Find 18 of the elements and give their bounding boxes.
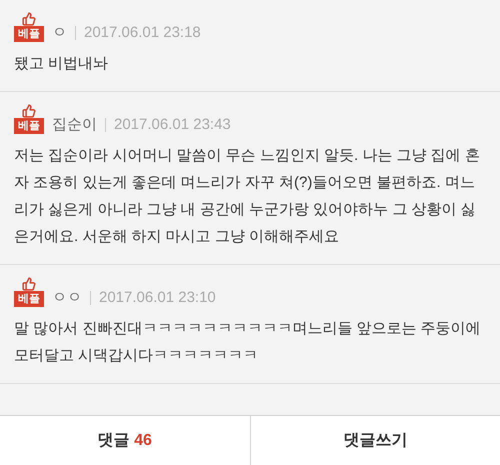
comment-text: 저는 집순이라 시어머니 말씀이 무슨 느낌인지 알듯. 나는 그냥 집에 혼자 조용히 있는게 좋은데 며느리가 자꾸 쳐(?)들어오면 불편하죠. 며느리가 싫은게 아니라 그냥 내 공간에 누군가랑 있어야하누 그 상황이 싫은거에요. 서운해 하지 마시고 그냥 이해해주세요 bbox=[14, 146, 481, 247]
author-name: 집순이 bbox=[52, 116, 97, 134]
thumbs-up-icon bbox=[22, 104, 36, 118]
write-comment-button[interactable]: 댓글쓰기 bbox=[250, 416, 500, 465]
comment-date: 2017.06.01 23:18 bbox=[84, 24, 201, 42]
comment-text: 말 많아서 진빠진대ㅋㅋㅋㅋㅋㅋㅋㅋㅋㅋ며느리들 앞으로는 주둥이에 모터달고 시댁갑시다ㅋㅋㅋㅋㅋㅋㅋ bbox=[14, 319, 482, 366]
comment-text: 됐고 비법내놔 bbox=[14, 54, 110, 74]
comment-count: 46 bbox=[134, 432, 152, 448]
best-badge: 베플 bbox=[14, 118, 44, 134]
best-badge: 베플 bbox=[14, 291, 44, 307]
comments-tab[interactable]: 댓글 46 bbox=[0, 416, 250, 465]
comment-date: 2017.06.01 23:10 bbox=[99, 289, 216, 307]
best-badge: 베플 bbox=[14, 26, 44, 42]
thumbs-up-icon bbox=[22, 277, 36, 291]
author-name: ㅇㅇ bbox=[52, 289, 82, 307]
thumbs-up-icon bbox=[22, 12, 36, 26]
comment-date: 2017.06.01 23:43 bbox=[114, 116, 231, 134]
author-name: ㅇ bbox=[52, 24, 67, 42]
